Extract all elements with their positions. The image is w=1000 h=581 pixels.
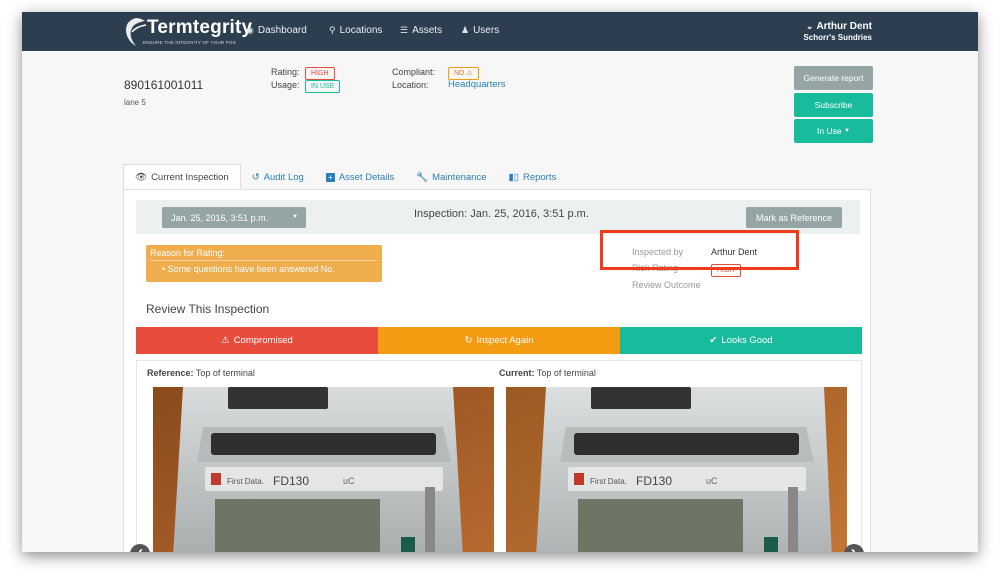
subscribe-button[interactable]: Subscribe [794,93,873,117]
looks-good-label: Looks Good [721,335,773,346]
nav-assets[interactable]: ☰ Assets [400,25,442,36]
nav-dashboard[interactable]: ◉ Dashboard [246,25,307,36]
reference-photo[interactable]: First Data. FD130 uC [153,387,494,552]
asset-id: 890161001011 [124,78,204,92]
brand-tagline: ENSURE THE INTEGRITY OF YOUR POS [143,40,236,45]
photo-comparison: Reference: Top of terminal Current: Top … [136,360,862,552]
tab-label: Asset Details [338,171,395,183]
caret-down-icon: ▼ [844,128,850,134]
user-name: Arthur Dent [816,21,872,32]
reference-caption-label: Reference: [147,368,194,378]
current-caption-text: Top of terminal [536,368,596,378]
compliant-value: NO [454,70,465,77]
dashboard-icon: ◉ [246,25,254,35]
terminal-photo-image: First Data. FD130 uC [506,387,847,552]
tab-label: Audit Log [263,171,304,183]
nav-users-label: Users [473,25,500,36]
check-icon: ✔ [709,335,718,346]
inspect-again-label: Inspect Again [476,335,534,346]
nav-assets-label: Assets [412,25,443,36]
location-label: Location: [392,80,429,90]
status-dropdown-button[interactable]: In Use ▼ [794,119,873,143]
terminal-photo-image: First Data. FD130 uC [153,387,494,552]
caret-down-icon: ▼ [292,214,298,220]
compromised-label: Compromised [233,335,293,346]
refresh-icon: ↻ [464,335,473,346]
current-photo[interactable]: First Data. FD130 uC [506,387,847,552]
browser-window: Termtegrity ENSURE THE INTEGRITY OF YOUR… [22,12,978,552]
plus-square-icon: + [325,172,335,182]
inspection-toolbar: Jan. 25, 2016, 3:51 p.m. ▼ Inspection: J… [136,200,860,234]
date-select-value: Jan. 25, 2016, 3:51 p.m. [171,212,269,223]
terminal-suffix-text: uC [343,476,355,486]
current-caption-label: Current: [499,368,535,378]
annotation-highlight-box [600,230,799,270]
reason-item-text: Some questions have been answered No. [167,264,335,274]
location-link[interactable]: Headquarters [448,79,506,90]
tab-label: Maintenance [432,171,487,183]
status-label: In Use [817,126,842,136]
looks-good-button[interactable]: ✔ Looks Good [620,327,862,354]
eye-icon: 👁 [135,172,148,183]
history-icon: ↺ [251,171,260,183]
inspection-date-select[interactable]: Jan. 25, 2016, 3:51 p.m. ▼ [162,207,306,228]
reason-item: • Some questions have been answered No. [162,264,335,274]
tab-audit-log[interactable]: ↺ Audit Log [241,164,315,190]
nav-locations-label: Locations [339,25,383,36]
tab-maintenance[interactable]: 🔧 Maintenance [405,164,497,190]
brand-logo[interactable]: Termtegrity ENSURE THE INTEGRITY OF YOUR… [123,16,252,48]
reason-heading: Reason for Rating: [150,248,377,261]
top-navbar: Termtegrity ENSURE THE INTEGRITY OF YOUR… [22,12,978,51]
tab-label: Current Inspection [151,172,229,183]
current-caption: Current: Top of terminal [499,368,596,378]
warning-icon: ⚠ [221,335,230,346]
chevron-down-icon: ⌄ [805,21,814,31]
compromised-button[interactable]: ⚠ Compromised [136,327,378,354]
inspect-again-button[interactable]: ↻ Inspect Again [378,327,620,354]
map-marker-icon: ⚲ [329,25,336,35]
nav-locations[interactable]: ⚲ Locations [329,25,382,36]
terminal-model-text: FD130 [636,474,672,488]
reference-caption-text: Top of terminal [195,368,255,378]
tab-asset-details[interactable]: + Asset Details [315,164,405,190]
usage-badge: IN USE [305,80,341,93]
rating-label: Rating: [271,67,300,77]
reason-for-rating-alert: Reason for Rating: • Some questions have… [146,245,382,282]
warning-icon: ⚠ [466,70,473,77]
generate-report-button[interactable]: Generate report [794,66,873,90]
terminal-suffix-text: uC [706,476,718,486]
asset-tabs: 👁 Current Inspection ↺ Audit Log + Asset… [123,164,567,190]
usage-label: Usage: [271,80,300,90]
mark-as-reference-button[interactable]: Mark as Reference [746,207,842,228]
tab-reports[interactable]: ▮▯ Reports [498,164,568,190]
user-org: Schorr's Sundries [803,33,872,42]
rating-badge: HIGH [305,67,335,80]
reference-caption: Reference: Top of terminal [147,368,255,378]
nav-dashboard-label: Dashboard [257,25,307,36]
list-icon: ☰ [400,25,409,35]
nav-users[interactable]: ♟ Users [461,25,499,36]
tab-label: Reports [522,171,557,183]
brand-name: Termtegrity [147,17,253,38]
inspection-title: Inspection: Jan. 25, 2016, 3:51 p.m. [414,208,589,220]
review-actions: ⚠ Compromised ↻ Inspect Again ✔ Looks Go… [136,327,862,354]
user-icon: ♟ [461,25,470,35]
compliant-label: Compliant: [392,67,436,77]
terminal-model-text: FD130 [273,474,309,488]
inspection-panel: Jan. 25, 2016, 3:51 p.m. ▼ Inspection: J… [123,189,871,552]
terminal-brand-text: First Data. [227,477,264,486]
asset-subtitle: lane 5 [124,98,146,107]
terminal-brand-text: First Data. [590,477,627,486]
bar-chart-icon: ▮▯ [508,171,519,183]
wrench-icon: 🔧 [416,171,429,183]
review-heading: Review This Inspection [146,302,270,316]
review-outcome-label: Review Outcome [632,280,701,290]
user-menu[interactable]: ⌄ Arthur Dent Schorr's Sundries [803,21,872,42]
tab-current-inspection[interactable]: 👁 Current Inspection [123,164,241,190]
